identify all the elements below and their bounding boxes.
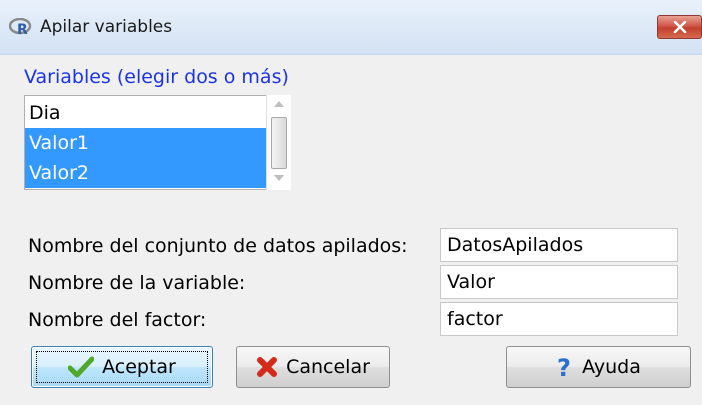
svg-text:?: ?	[557, 355, 571, 379]
variables-scrollbar[interactable]	[266, 95, 291, 190]
scroll-up-arrow-icon[interactable]	[274, 101, 284, 107]
variable-name-label: Nombre de la variable:	[28, 272, 246, 294]
dialog-window: R Apilar variables Variables (elegir dos…	[0, 0, 702, 405]
accept-button[interactable]: Aceptar	[31, 346, 213, 388]
help-button[interactable]: ? Ayuda	[506, 346, 691, 388]
factor-name-input[interactable]	[440, 302, 678, 336]
variables-listbox[interactable]: Dia Valor1 Valor2	[24, 95, 291, 190]
help-label: Ayuda	[582, 356, 641, 378]
svg-text:R: R	[17, 22, 28, 36]
scroll-thumb[interactable]	[271, 117, 287, 169]
dataset-name-label: Nombre del conjunto de datos apilados:	[28, 235, 408, 257]
r-logo-icon: R	[8, 17, 33, 38]
list-item-dia[interactable]: Dia	[25, 98, 267, 128]
variables-label: Variables (elegir dos o más)	[24, 66, 289, 88]
close-icon	[673, 21, 687, 33]
scroll-down-arrow-icon[interactable]	[274, 175, 284, 181]
dataset-name-input[interactable]	[440, 228, 678, 262]
accept-label: Aceptar	[102, 356, 176, 378]
cancel-label: Cancelar	[286, 356, 370, 378]
close-button[interactable]	[657, 15, 702, 39]
cancel-button[interactable]: Cancelar	[236, 346, 390, 388]
variable-name-input[interactable]	[440, 265, 678, 299]
list-item-valor2[interactable]: Valor2	[25, 158, 267, 188]
checkmark-icon	[68, 356, 95, 378]
list-item-valor1[interactable]: Valor1	[25, 128, 267, 158]
title-bar[interactable]: R Apilar variables	[0, 0, 702, 55]
question-mark-icon: ?	[556, 355, 574, 379]
factor-name-label: Nombre del factor:	[28, 309, 207, 331]
red-x-icon	[256, 356, 278, 378]
window-title: Apilar variables	[40, 17, 173, 37]
